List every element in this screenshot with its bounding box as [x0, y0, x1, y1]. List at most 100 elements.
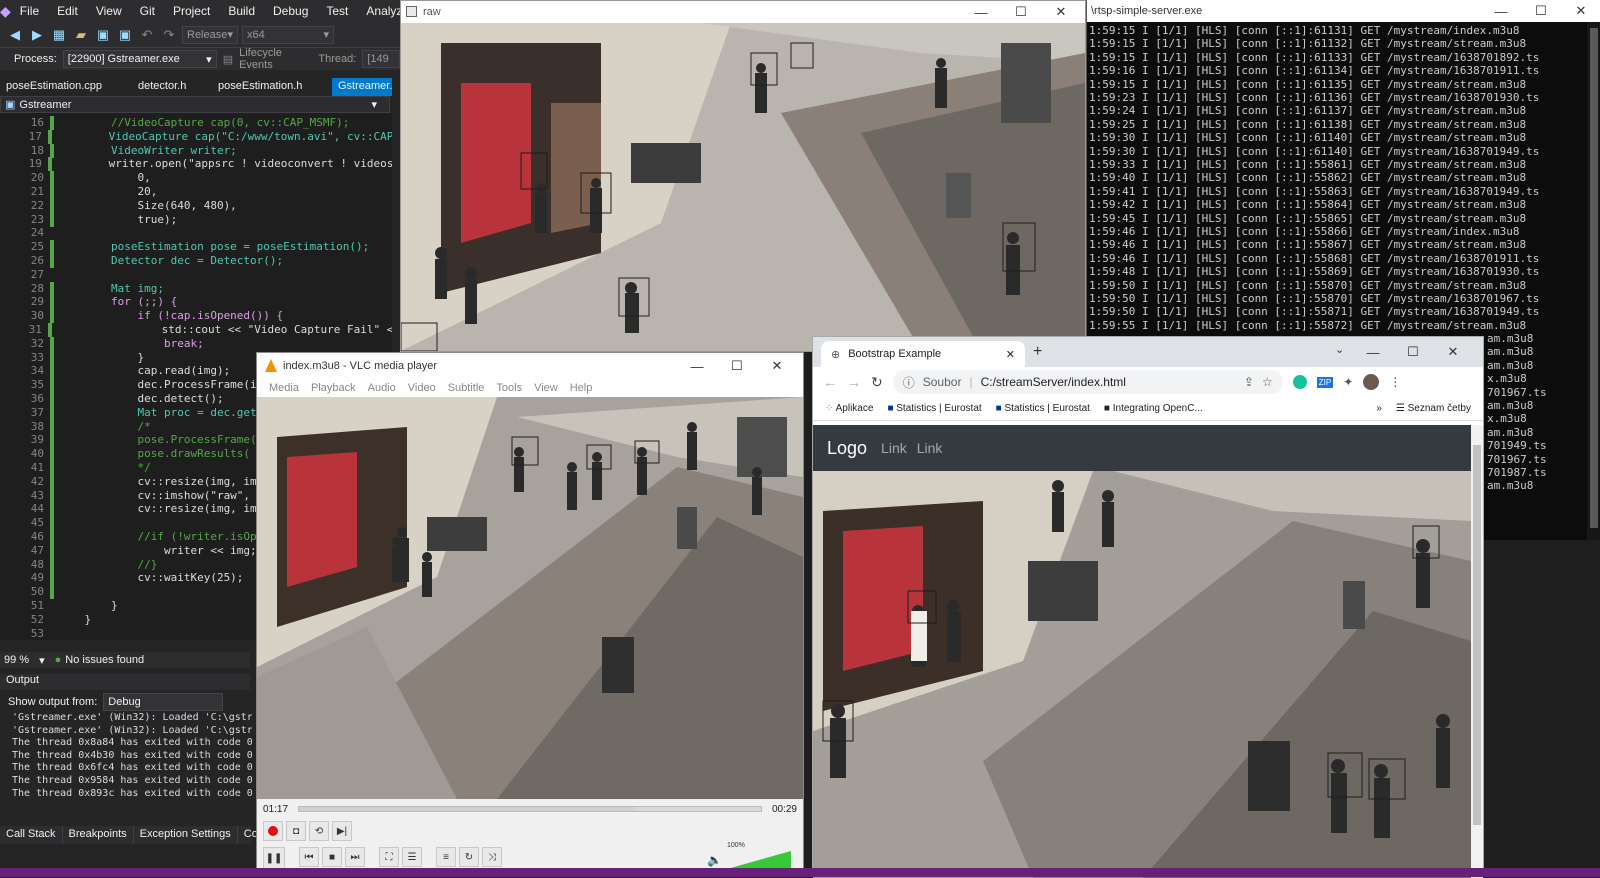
- tab-exception-settings[interactable]: Exception Settings: [134, 826, 238, 844]
- new-project-icon[interactable]: ▦: [50, 26, 68, 44]
- menu-view[interactable]: View: [87, 4, 131, 18]
- scrollbar-thumb[interactable]: [1473, 445, 1481, 825]
- reload-icon[interactable]: ↻: [871, 374, 883, 391]
- more-bookmarks-icon[interactable]: »: [1376, 403, 1382, 414]
- tab-search-icon[interactable]: ⌄: [1335, 343, 1344, 356]
- speaker-icon[interactable]: 🔈: [707, 853, 722, 867]
- code-line[interactable]: 25 poseEstimation pose = poseEstimation(…: [0, 240, 392, 255]
- code-line[interactable]: 17 VideoCapture cap("C:/www/town.avi", c…: [0, 129, 392, 144]
- maximize-button[interactable]: ☐: [1001, 1, 1041, 23]
- thread-select[interactable]: [149: [362, 50, 400, 68]
- menu-build[interactable]: Build: [219, 4, 264, 18]
- menu-git[interactable]: Git: [131, 4, 164, 18]
- code-line[interactable]: 29 for (;;) {: [0, 295, 392, 310]
- close-button[interactable]: ✕: [1561, 0, 1600, 22]
- avatar[interactable]: [1363, 374, 1380, 390]
- console-output-tail[interactable]: am.m3u8 am.m3u8 am.m3u8 x.m3u8 701967.ts am.m…: [1485, 332, 1585, 532]
- code-line[interactable]: 32 break;: [0, 336, 392, 351]
- previous-button[interactable]: ⏮: [299, 847, 319, 867]
- seek-slider[interactable]: [298, 806, 762, 812]
- console-output[interactable]: 1:59:15 I [1/1] [HLS] [conn [::1]:61131]…: [1087, 24, 1587, 354]
- code-line[interactable]: 18 VideoWriter writer;: [0, 143, 392, 158]
- menu-view[interactable]: View: [528, 382, 564, 394]
- chevron-down-icon[interactable]: ▾: [39, 654, 45, 667]
- forward-arrow-icon[interactable]: →: [847, 374, 861, 390]
- lifecycle-events-label[interactable]: Lifecycle Events: [239, 47, 312, 71]
- code-line[interactable]: 27: [0, 268, 392, 282]
- console-scrollbar[interactable]: [1587, 22, 1600, 540]
- scrollbar-thumb[interactable]: [1590, 28, 1598, 528]
- maximize-button[interactable]: ☐: [1521, 0, 1561, 22]
- zip-extension-icon[interactable]: ZIP: [1316, 376, 1334, 388]
- raw-window-titlebar[interactable]: raw — ☐ ✕: [401, 1, 1085, 23]
- close-button[interactable]: ✕: [1041, 1, 1081, 23]
- grammarly-icon[interactable]: [1292, 375, 1307, 389]
- minimize-button[interactable]: —: [1481, 0, 1521, 22]
- bookmark-apps[interactable]: ⁘ Aplikace: [825, 403, 873, 414]
- menu-audio[interactable]: Audio: [362, 382, 402, 394]
- extended-settings-button[interactable]: ☰: [402, 847, 422, 867]
- undo-icon[interactable]: ↶: [138, 26, 156, 44]
- playlist-button[interactable]: ≡: [436, 847, 456, 867]
- loop-ab-button[interactable]: ⟲: [309, 821, 329, 841]
- menu-debug[interactable]: Debug: [264, 4, 317, 18]
- kebab-menu-icon[interactable]: ⋮: [1389, 375, 1401, 389]
- process-select[interactable]: [22900] Gstreamer.exe ▾: [62, 50, 217, 68]
- code-line[interactable]: 30 if (!cap.isOpened()) {: [0, 309, 392, 324]
- save-all-icon[interactable]: ▣: [116, 26, 134, 44]
- new-tab-icon[interactable]: +: [1033, 343, 1042, 361]
- console-titlebar[interactable]: \rtsp-simple-server.exe — ☐ ✕: [1087, 0, 1600, 22]
- navbar-logo[interactable]: Logo: [827, 438, 867, 459]
- back-icon[interactable]: ◀: [6, 26, 24, 44]
- redo-icon[interactable]: ↷: [160, 26, 178, 44]
- menu-playback[interactable]: Playback: [305, 382, 362, 394]
- tab-poseestimation-h[interactable]: poseEstimation.h: [212, 78, 332, 96]
- address-bar[interactable]: ⓘ Soubor | C:/streamServer/index.html ⇪ …: [892, 370, 1283, 394]
- minimize-button[interactable]: —: [961, 1, 1001, 23]
- minimize-button[interactable]: —: [677, 355, 717, 377]
- bookmark-eurostat-2[interactable]: ■ Statistics | Eurostat: [996, 403, 1090, 414]
- code-line[interactable]: 31 std::cout << "Video Capture Fail" <<: [0, 323, 392, 337]
- star-icon[interactable]: ☆: [1262, 375, 1273, 389]
- shuffle-button[interactable]: ⤨: [482, 847, 502, 867]
- maximize-button[interactable]: ☐: [717, 355, 757, 377]
- lifecycle-icon[interactable]: ▤: [223, 53, 233, 66]
- tab-gstreamer-cpp[interactable]: Gstreamer.c: [332, 78, 392, 96]
- output-text[interactable]: 'Gstreamer.exe' (Win32): Loaded 'C:\gstr…: [0, 712, 252, 820]
- menu-help[interactable]: Help: [564, 382, 599, 394]
- menu-media[interactable]: Media: [263, 382, 305, 394]
- volume-control[interactable]: 🔈 100%: [707, 842, 797, 869]
- frame-step-button[interactable]: ▶|: [332, 821, 352, 841]
- forward-icon[interactable]: ▶: [28, 26, 46, 44]
- code-line[interactable]: 23 true);: [0, 212, 392, 227]
- menu-edit[interactable]: Edit: [48, 4, 87, 18]
- bookmark-opencv[interactable]: ■ Integrating OpenC...: [1104, 403, 1203, 414]
- maximize-button[interactable]: ☐: [1393, 341, 1433, 363]
- code-line[interactable]: 26 Detector dec = Detector();: [0, 254, 392, 268]
- code-line[interactable]: 20 0,: [0, 171, 392, 186]
- puzzle-icon[interactable]: ✦: [1343, 375, 1353, 389]
- bookmark-eurostat-1[interactable]: ■ Statistics | Eurostat: [887, 403, 981, 414]
- share-icon[interactable]: ⇪: [1244, 375, 1254, 389]
- code-line[interactable]: 19 writer.open("appsrc ! videoconvert ! …: [0, 157, 392, 172]
- minimize-button[interactable]: —: [1353, 341, 1393, 363]
- snapshot-button[interactable]: ◘: [286, 821, 306, 841]
- open-folder-icon[interactable]: ▰: [72, 26, 90, 44]
- next-button[interactable]: ⏭: [345, 847, 365, 867]
- info-icon[interactable]: ⓘ: [903, 374, 915, 391]
- tab-poseestimation-cpp[interactable]: poseEstimation.cpp: [0, 78, 132, 96]
- menu-test[interactable]: Test: [317, 4, 357, 18]
- menu-file[interactable]: File: [11, 4, 48, 18]
- record-button[interactable]: [263, 821, 283, 841]
- output-source-select[interactable]: Debug: [103, 693, 224, 711]
- pause-button[interactable]: ❚❚: [263, 847, 285, 869]
- menu-subtitle[interactable]: Subtitle: [442, 382, 491, 394]
- save-icon[interactable]: ▣: [94, 26, 112, 44]
- chrome-tab-bootstrap[interactable]: ⊕ Bootstrap Example ✕: [821, 341, 1025, 367]
- vlc-titlebar[interactable]: index.m3u8 - VLC media player — ☐ ✕: [257, 353, 803, 379]
- menu-project[interactable]: Project: [164, 4, 219, 18]
- navbar-link-1[interactable]: Link: [881, 440, 907, 456]
- navigation-bar[interactable]: ▣ Gstreamer ▾: [0, 96, 390, 113]
- code-line[interactable]: 28 Mat img;: [0, 281, 392, 296]
- menu-tools[interactable]: Tools: [490, 382, 528, 394]
